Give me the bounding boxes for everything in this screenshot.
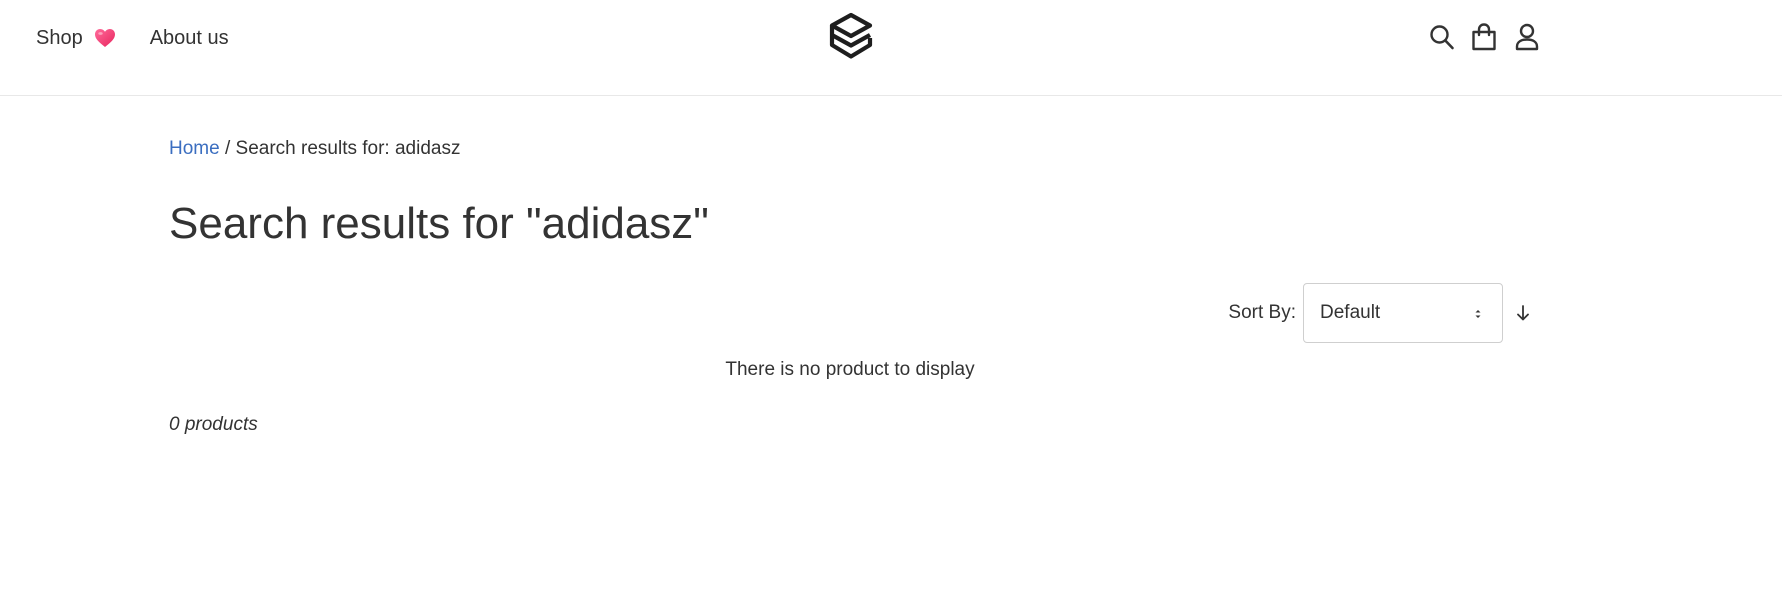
site-header: Shop About us [0,0,1782,96]
breadcrumb-separator: / [219,138,236,159]
search-icon[interactable] [1428,22,1456,52]
stacked-layers-logo-icon [829,12,873,59]
shopping-bag-icon[interactable] [1470,22,1498,52]
breadcrumb-current: Search results for: adidasz [235,138,461,159]
arrow-down-icon[interactable] [1515,303,1531,323]
heart-icon [94,28,116,48]
user-icon[interactable] [1513,22,1541,52]
sort-label: Sort By: [1228,302,1296,323]
sort-selected-value: Default [1320,302,1381,323]
site-logo[interactable] [828,12,874,62]
breadcrumb-home-link[interactable]: Home [169,138,220,159]
main-nav: Shop About us [36,24,229,52]
nav-about-link[interactable]: About us [150,27,229,50]
sort-select[interactable]: Default [1303,283,1503,343]
nav-shop-label: Shop [36,26,83,49]
nav-shop-link[interactable]: Shop [36,27,116,50]
sort-bar: Sort By: Default [1228,283,1531,343]
updown-caret-icon [1475,310,1481,318]
product-count: 0 products [169,414,258,435]
breadcrumb: Home / Search results for: adidasz [169,138,460,160]
empty-results-message: There is no product to display [725,359,975,380]
page-title: Search results for "adidasz" [169,199,709,248]
